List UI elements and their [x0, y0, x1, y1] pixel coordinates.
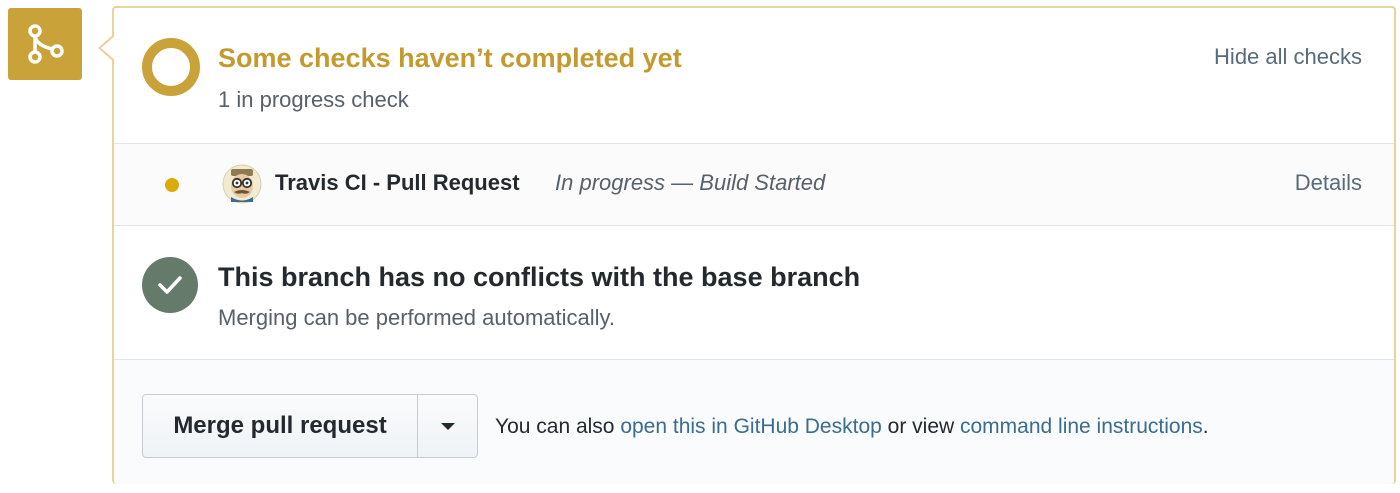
hide-all-checks-link[interactable]: Hide all checks	[1214, 44, 1362, 70]
travis-ci-mascot-icon	[222, 164, 262, 204]
merge-actions-section: Merge pull request You can also open thi…	[114, 360, 1394, 484]
check-name: Travis CI - Pull Request	[275, 170, 520, 195]
note-prefix: You can also	[495, 415, 621, 438]
check-status-text: In progress — Build Started	[555, 170, 826, 195]
conflicts-title: This branch has no conflicts with the ba…	[218, 262, 861, 292]
check-icon	[158, 276, 182, 294]
pending-ring-icon	[142, 38, 200, 96]
check-details-link[interactable]: Details	[1295, 170, 1362, 196]
note-suffix: .	[1202, 415, 1209, 438]
merge-method-dropdown-button[interactable]	[417, 395, 477, 457]
conflicts-subtitle: Merging can be performed automatically.	[218, 305, 616, 330]
merge-box-panel: Some checks haven’t completed yet 1 in p…	[98, 6, 1396, 484]
merge-status-icon-box	[8, 8, 82, 80]
conflicts-section: This branch has no conflicts with the ba…	[114, 226, 1394, 360]
git-merge-icon	[28, 24, 64, 64]
checks-subtitle: 1 in progress check	[218, 87, 409, 112]
checks-title: Some checks haven’t completed yet	[218, 43, 682, 73]
note-middle: or view	[881, 415, 960, 438]
open-in-github-desktop-link[interactable]: open this in GitHub Desktop	[620, 415, 881, 438]
in-progress-dot-icon	[165, 178, 179, 192]
merge-alternatives-note: You can also open this in GitHub Desktop…	[495, 415, 1209, 439]
checks-summary-section: Some checks haven’t completed yet 1 in p…	[114, 8, 1394, 144]
command-line-instructions-link[interactable]: command line instructions	[960, 415, 1203, 438]
callout-arrow-fill	[101, 36, 115, 60]
success-check-circle	[142, 257, 198, 313]
check-row: Travis CI - Pull Request In progress — B…	[114, 144, 1394, 226]
triangle-down-icon	[440, 422, 455, 430]
merge-button-group: Merge pull request	[142, 394, 478, 458]
merge-pull-request-button[interactable]: Merge pull request	[143, 395, 417, 457]
